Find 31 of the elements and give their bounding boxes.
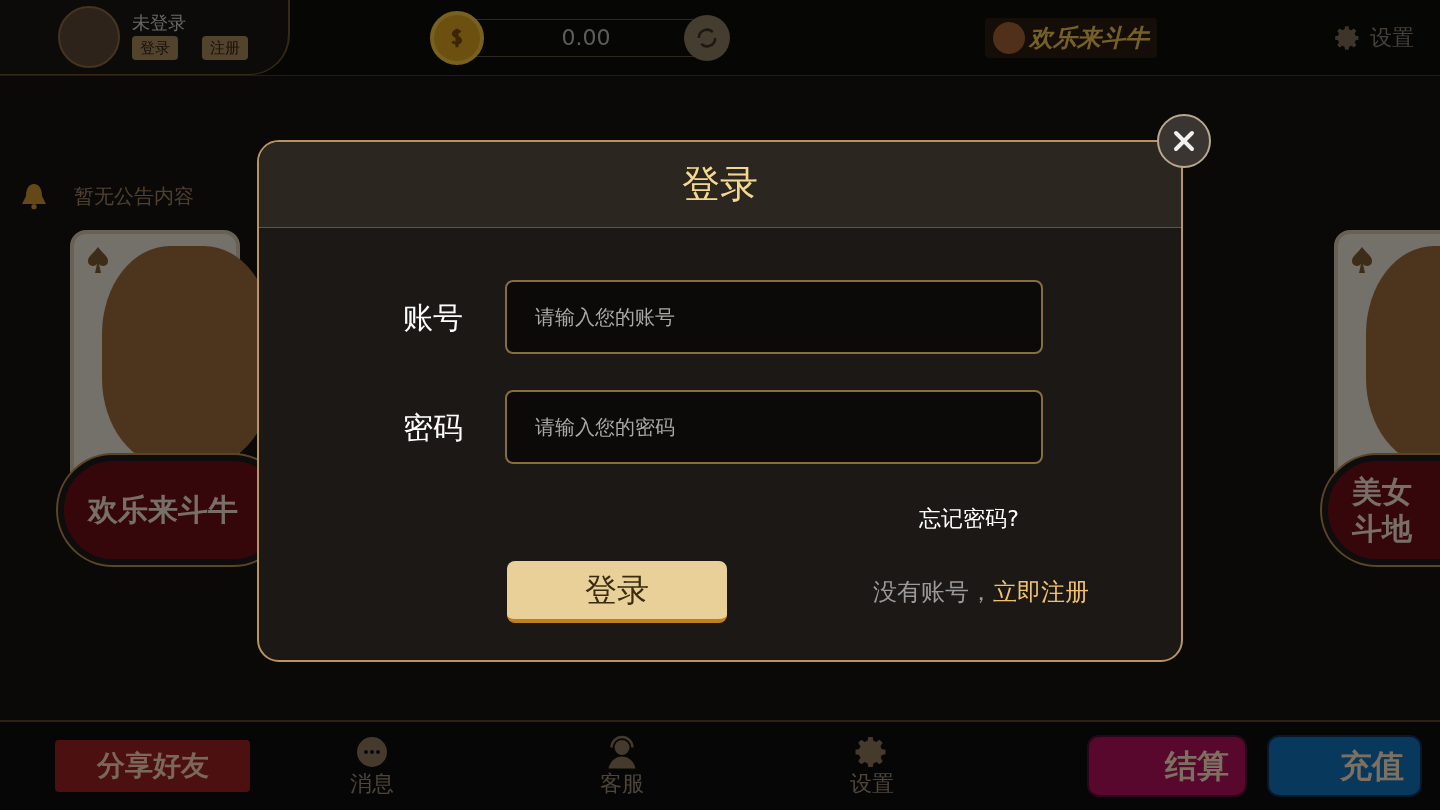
- input-field[interactable]: 请输入您的密码: [505, 390, 1043, 464]
- header-auth-button[interactable]: 注册: [202, 36, 248, 60]
- register-link[interactable]: 立即注册: [993, 574, 1089, 610]
- coin-icon: [430, 10, 484, 65]
- register-prompt: 没有账号，: [873, 577, 993, 608]
- close-icon: [1172, 129, 1196, 153]
- header-auth-button[interactable]: 登录: [132, 36, 178, 60]
- spade-icon: [1350, 246, 1374, 274]
- spade-icon: [86, 246, 110, 274]
- dialog-title: 登录: [682, 161, 758, 208]
- announcement-text: 暂无公告内容: [74, 183, 194, 210]
- recharge-button[interactable]: 充值: [1267, 735, 1422, 797]
- bottom-nav-item[interactable]: 设置: [832, 734, 912, 798]
- gear-icon: [1334, 23, 1362, 52]
- game-name: 欢乐来斗牛: [88, 491, 238, 529]
- settle-button[interactable]: 结算: [1087, 735, 1247, 797]
- game-name: 斗地: [1352, 510, 1412, 548]
- forgot-password-link[interactable]: 忘记密码?: [919, 502, 1019, 535]
- login-button[interactable]: 登录: [507, 561, 727, 623]
- settings-button[interactable]: 设置: [1334, 21, 1414, 54]
- field-label: 账号: [403, 298, 464, 337]
- user-name: 未登录: [132, 14, 187, 32]
- game-logo: 欢乐来斗牛: [985, 17, 1157, 58]
- refresh-button[interactable]: [684, 14, 730, 61]
- close-button[interactable]: [1157, 114, 1211, 168]
- input-field[interactable]: 请输入您的账号: [505, 280, 1043, 354]
- bottom-nav-item[interactable]: 消息: [332, 734, 412, 798]
- bottom-nav-item[interactable]: 客服: [582, 734, 662, 798]
- game-name: 美女: [1352, 472, 1412, 510]
- field-label: 密码: [403, 408, 464, 447]
- share-friends-button[interactable]: 分享好友: [55, 740, 250, 792]
